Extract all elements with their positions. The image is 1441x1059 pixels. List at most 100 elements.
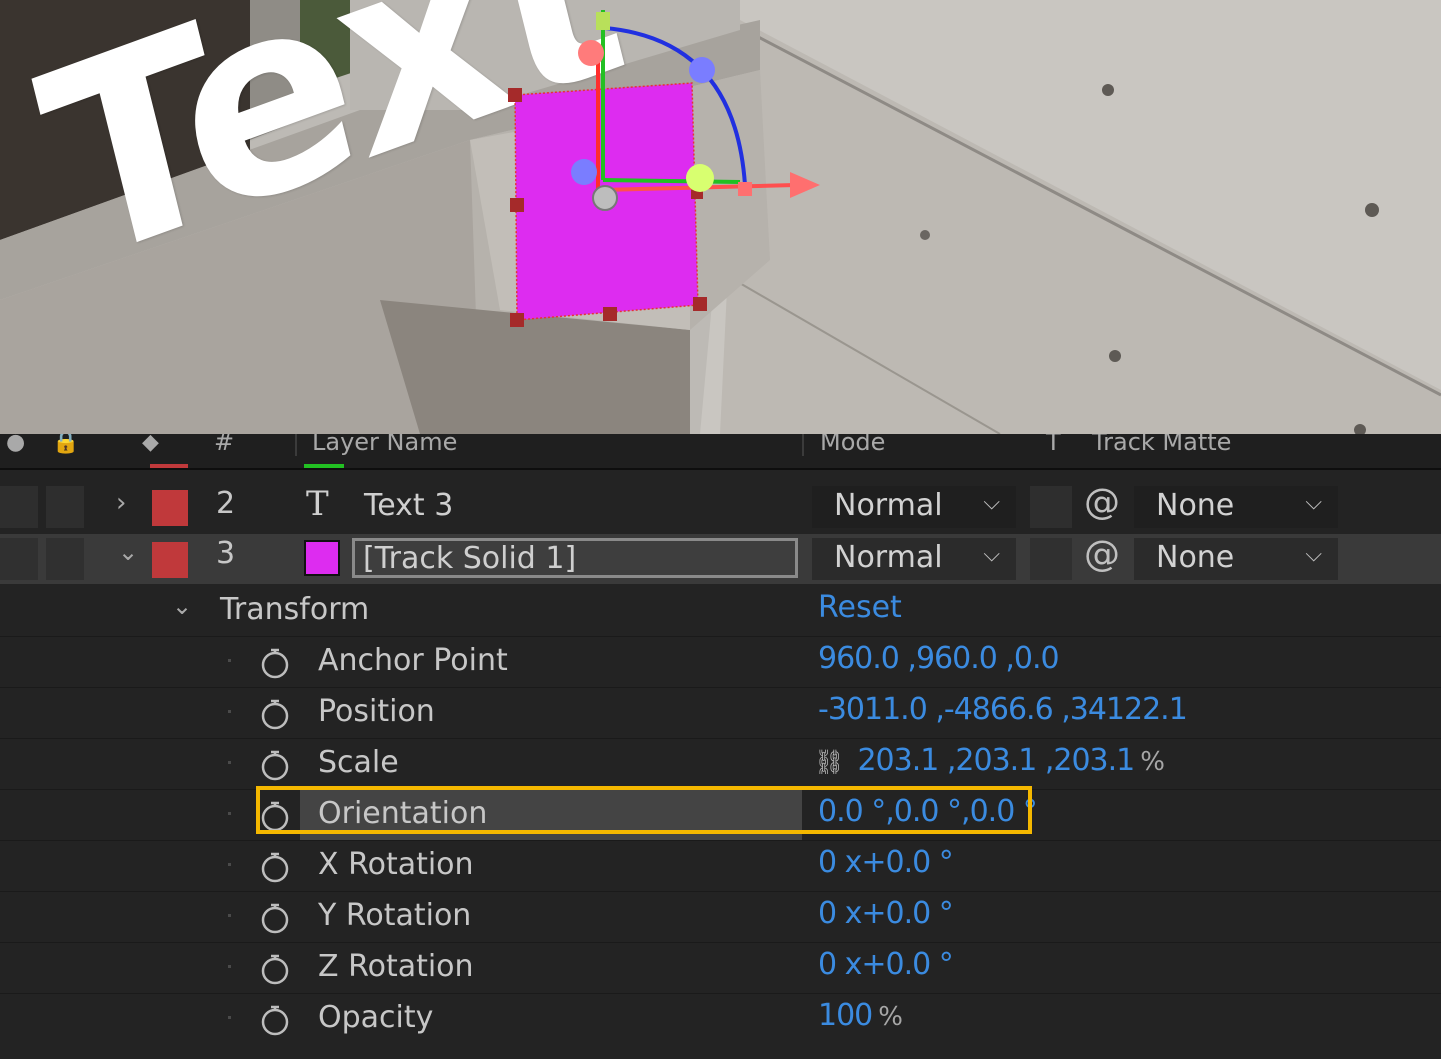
solo-icon[interactable]: ● — [6, 434, 25, 455]
property-value-wrap: -3011.0 ,-4866.6 ,34122.1 — [818, 692, 1193, 727]
chevron-down-icon: ⌵ — [1305, 542, 1322, 567]
property-name: Position — [318, 694, 435, 729]
layer-number: 2 — [216, 486, 236, 521]
property-name: Anchor Point — [318, 643, 508, 678]
preserve-transparency-toggle[interactable] — [1030, 538, 1072, 580]
property-name: Opacity — [318, 1000, 434, 1035]
label-tag-icon[interactable]: ◆ — [142, 434, 159, 455]
column-t[interactable]: T — [1046, 434, 1061, 456]
timeline-panel: ● 🔒 ◆ # Layer Name Mode T Track Matte › … — [0, 434, 1441, 1059]
property-value[interactable]: 0 x+0.0 ° — [818, 947, 954, 982]
lock-icon[interactable]: 🔒 — [52, 434, 79, 455]
stopwatch-icon[interactable] — [260, 851, 290, 883]
collapse-chevron-icon[interactable]: ⌄ — [118, 538, 138, 566]
layer-row-text-3[interactable]: › 2 T Text 3 Normal ⌵ @ None ⌵ — [0, 482, 1441, 532]
property-indent-dot — [228, 659, 231, 662]
bbox-handle — [693, 297, 707, 311]
property-indent-dot — [228, 965, 231, 968]
property-name: Z Rotation — [318, 949, 474, 984]
property-row-y-rotation[interactable]: Y Rotation 0 x+0.0 ° — [0, 891, 1441, 942]
property-name: Y Rotation — [318, 898, 472, 933]
blend-mode-dropdown[interactable]: Normal ⌵ — [812, 486, 1016, 528]
expand-chevron-icon[interactable]: › — [116, 488, 126, 518]
property-name: Scale — [318, 745, 399, 780]
property-row-opacity[interactable]: Opacity 100% — [0, 993, 1441, 1044]
text-layer-icon: T — [306, 484, 329, 524]
property-value-wrap: 0 x+0.0 ° — [818, 845, 959, 880]
property-row-scale[interactable]: Scale ⛓ 203.1 ,203.1 ,203.1% — [0, 738, 1441, 789]
track-matte-pickwhip-icon[interactable]: @ — [1084, 534, 1120, 575]
transform-label: Transform — [220, 592, 370, 627]
anchor-point-icon — [592, 185, 618, 211]
track-matte-pickwhip-icon[interactable]: @ — [1084, 482, 1120, 523]
chevron-down-icon: ⌵ — [1305, 490, 1322, 515]
blend-mode-dropdown[interactable]: Normal ⌵ — [812, 538, 1016, 580]
rotation-handle-red — [578, 40, 604, 66]
collapse-chevron-icon[interactable]: ⌄ — [172, 592, 192, 620]
property-unit: % — [878, 1002, 903, 1032]
chevron-down-icon: ⌵ — [983, 542, 1000, 567]
property-value[interactable]: 203.1 ,203.1 ,203.1 — [857, 743, 1135, 778]
stopwatch-icon[interactable] — [260, 953, 290, 985]
property-unit: % — [1140, 747, 1165, 777]
property-value-wrap: 100% — [818, 998, 903, 1033]
bbox-handle — [603, 307, 617, 321]
property-indent-dot — [228, 1016, 231, 1019]
property-name: X Rotation — [318, 847, 474, 882]
column-track-matte[interactable]: Track Matte — [1092, 434, 1231, 456]
stopwatch-icon[interactable] — [260, 902, 290, 934]
reset-link[interactable]: Reset — [818, 590, 902, 625]
property-value-wrap: 0 x+0.0 ° — [818, 896, 959, 931]
composition-viewer[interactable]: Text — [0, 0, 1441, 434]
property-row-orientation[interactable]: Orientation 0.0 °,0.0 °,0.0 ° — [0, 789, 1441, 840]
property-value[interactable]: 960.0 ,960.0 ,0.0 — [818, 641, 1060, 676]
solid-color-swatch — [304, 540, 340, 576]
layer-name[interactable]: Text 3 — [364, 488, 453, 523]
property-indent-dot — [228, 863, 231, 866]
stopwatch-icon[interactable] — [260, 647, 290, 679]
property-value[interactable]: 0.0 °,0.0 °,0.0 ° — [818, 794, 1038, 829]
track-matte-dropdown[interactable]: None ⌵ — [1134, 538, 1338, 580]
stopwatch-icon[interactable] — [260, 800, 290, 832]
column-layer-name[interactable]: Layer Name — [312, 434, 457, 456]
timeline-column-header: ● 🔒 ◆ # Layer Name Mode T Track Matte — [0, 434, 1441, 470]
x-axis-arrow — [790, 172, 820, 198]
layer-label-color[interactable] — [152, 542, 188, 578]
stopwatch-icon[interactable] — [260, 749, 290, 781]
property-indent-dot — [228, 761, 231, 764]
bbox-handle — [508, 88, 522, 102]
property-row-position[interactable]: Position -3011.0 ,-4866.6 ,34122.1 — [0, 687, 1441, 738]
rotation-handle-green — [686, 164, 714, 192]
property-indent-dot — [228, 812, 231, 815]
stopwatch-icon[interactable] — [260, 698, 290, 730]
layer-number: 3 — [216, 536, 236, 571]
property-row-z-rotation[interactable]: Z Rotation 0 x+0.0 ° — [0, 942, 1441, 993]
property-value-wrap: 960.0 ,960.0 ,0.0 — [818, 641, 1065, 676]
property-value-wrap: 0.0 °,0.0 °,0.0 ° — [818, 794, 1043, 829]
property-value[interactable]: -3011.0 ,-4866.6 ,34122.1 — [818, 692, 1188, 727]
rotation-handle-blue-left — [571, 159, 597, 185]
property-value[interactable]: 100 — [818, 998, 873, 1033]
property-value-wrap: ⛓ 203.1 ,203.1 ,203.1% — [814, 743, 1165, 778]
column-mode[interactable]: Mode — [820, 434, 885, 456]
property-indent-dot — [228, 710, 231, 713]
preserve-transparency-toggle[interactable] — [1030, 486, 1072, 528]
property-name: Orientation — [318, 796, 488, 831]
layer-label-color[interactable] — [152, 490, 188, 526]
property-value[interactable]: 0 x+0.0 ° — [818, 896, 954, 931]
property-value[interactable]: 0 x+0.0 ° — [818, 845, 954, 880]
column-number: # — [214, 434, 235, 456]
property-indent-dot — [228, 914, 231, 917]
stopwatch-icon[interactable] — [260, 1004, 290, 1036]
property-row-x-rotation[interactable]: X Rotation 0 x+0.0 ° — [0, 840, 1441, 891]
layer-row-track-solid-1[interactable]: ⌄ 3 [Track Solid 1] Normal ⌵ @ None ⌵ — [0, 534, 1441, 584]
track-matte-dropdown[interactable]: None ⌵ — [1134, 486, 1338, 528]
bbox-handle — [510, 313, 524, 327]
layer-name-edit-field[interactable]: [Track Solid 1] — [352, 538, 798, 578]
chevron-down-icon: ⌵ — [983, 490, 1000, 515]
property-row-anchor-point[interactable]: Anchor Point 960.0 ,960.0 ,0.0 — [0, 636, 1441, 687]
bbox-handle — [510, 198, 524, 212]
solid-layer-preview[interactable] — [0, 0, 1441, 434]
constrain-proportions-link-icon[interactable]: ⛓ — [814, 748, 844, 776]
transform-group-row[interactable]: ⌄ Transform Reset — [0, 586, 1441, 636]
